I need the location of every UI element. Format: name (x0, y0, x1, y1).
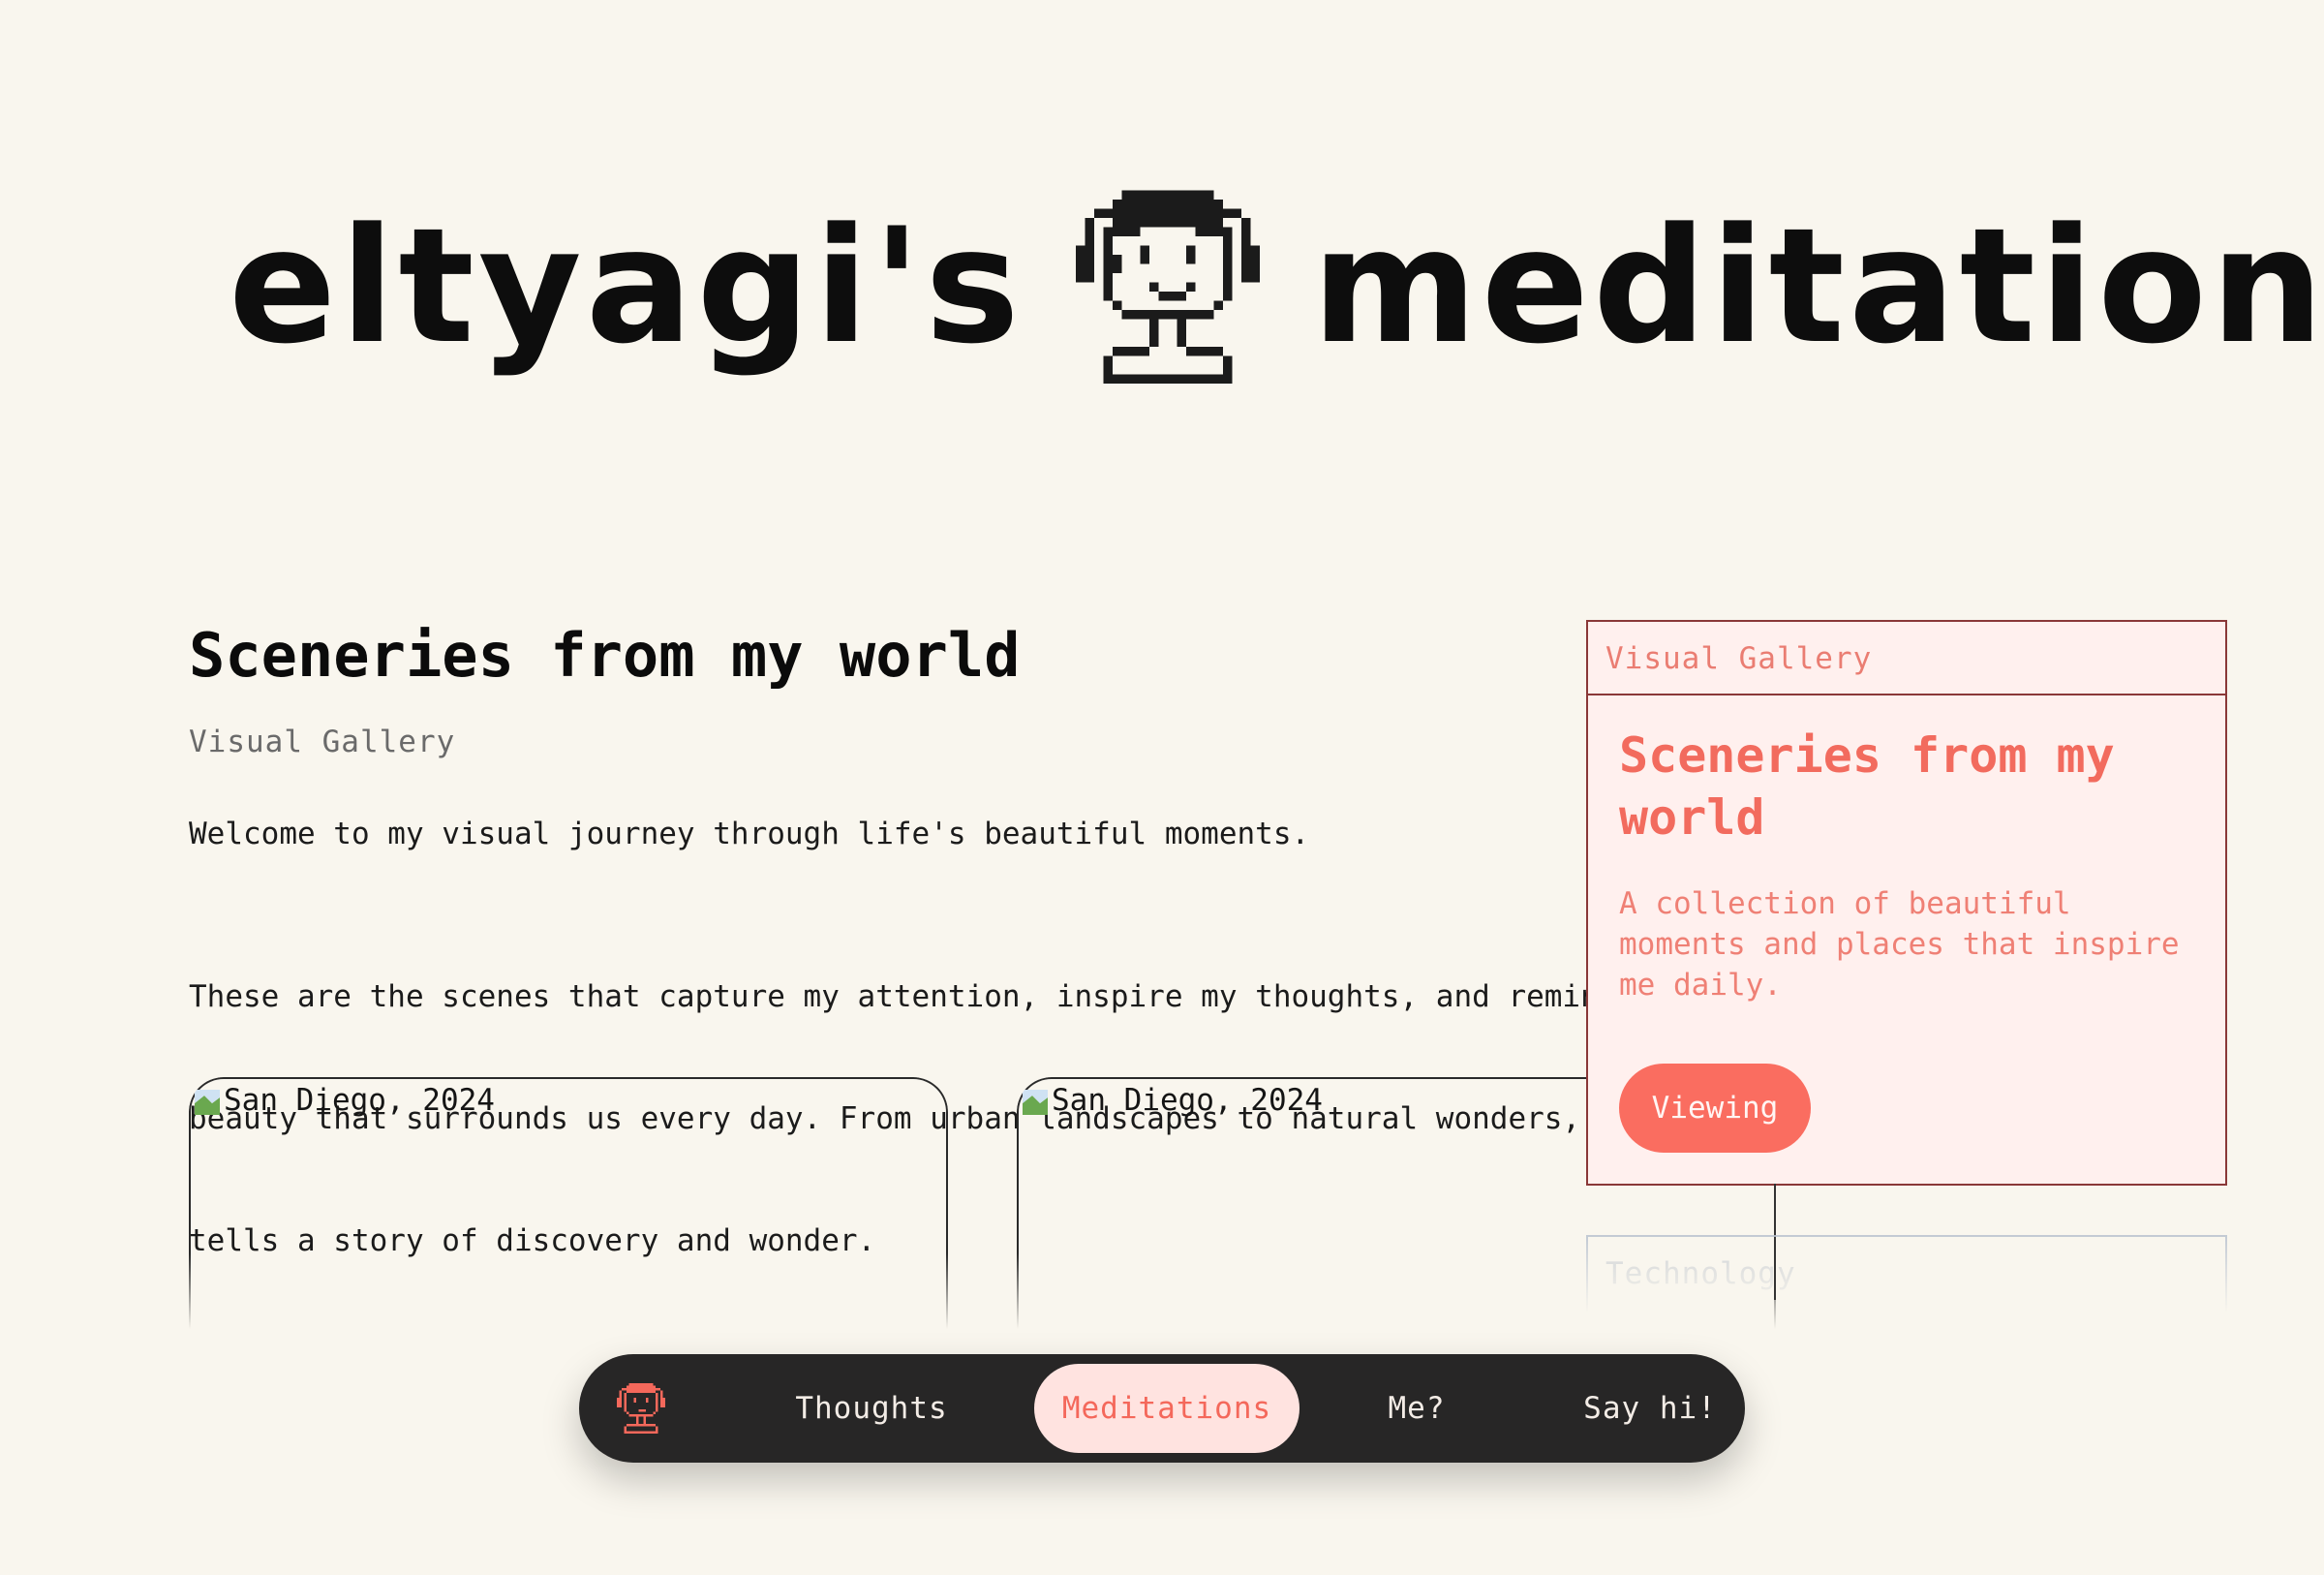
description-line: These are the scenes that capture my att… (189, 979, 1798, 1015)
page-subtitle: Visual Gallery (189, 725, 456, 760)
nav-item-thoughts[interactable]: Thoughts (782, 1364, 961, 1453)
hero-name: eltyagi's (229, 194, 1024, 379)
bottom-nav: Thoughts Meditations Me? Say hi! (579, 1354, 1745, 1463)
panel-category: Technology (1605, 1256, 1796, 1291)
image-alt-text: San Diego, 2024 (1052, 1083, 1323, 1118)
pixel-avatar-icon[interactable] (616, 1383, 666, 1434)
page-title: Sceneries from my world (189, 620, 1021, 691)
gallery-card[interactable]: San Diego, 2024 (189, 1077, 948, 1329)
gallery-image[interactable]: San Diego, 2024 (195, 1083, 495, 1118)
hero-title: eltyagi's meditations (229, 190, 2324, 384)
panel-title: Sceneries from my world (1619, 727, 2115, 846)
nav-item-me[interactable]: Me? (1363, 1364, 1470, 1453)
gallery-image[interactable]: San Diego, 2024 (1023, 1083, 1323, 1118)
category-panel: Visual Gallery Sceneries from my world A… (1586, 620, 2227, 1186)
pixel-avatar-icon (1075, 190, 1260, 384)
viewing-button[interactable]: Viewing (1619, 1064, 1811, 1153)
broken-image-icon (1023, 1090, 1048, 1115)
panel-description: A collection of beautiful moments and pl… (1619, 886, 2180, 1003)
intro-paragraph: Welcome to my visual journey through lif… (189, 817, 1310, 852)
category-panel-technology[interactable]: Technology (1586, 1235, 2227, 1312)
broken-image-icon (195, 1090, 220, 1115)
page: eltyagi's meditations Sceneries from my … (0, 0, 2324, 1575)
image-alt-text: San Diego, 2024 (224, 1083, 495, 1118)
panel-category: Visual Gallery (1588, 622, 2225, 695)
hero-section: meditations (1311, 194, 2324, 379)
nav-item-say-hi[interactable]: Say hi! (1582, 1364, 1718, 1453)
nav-item-meditations[interactable]: Meditations (1034, 1364, 1300, 1453)
